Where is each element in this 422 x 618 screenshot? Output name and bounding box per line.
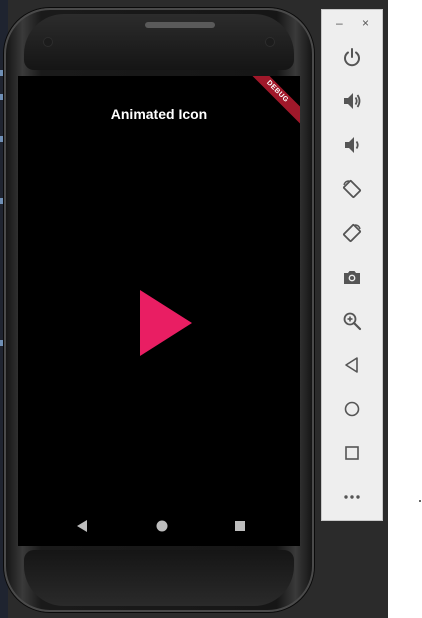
toolbar-window-controls: – × (322, 14, 384, 32)
rotate-left-button[interactable] (337, 174, 367, 204)
front-sensor (44, 38, 52, 46)
zoom-button[interactable] (337, 306, 367, 336)
back-icon (345, 357, 358, 373)
front-camera (266, 38, 274, 46)
zoom-icon (343, 312, 362, 331)
stray-dot (419, 500, 421, 502)
toolbar-back-button[interactable] (337, 350, 367, 380)
nav-back-icon[interactable] (74, 518, 90, 534)
minimize-button[interactable]: – (336, 14, 343, 32)
device-screen[interactable]: Animated Icon DEBUG (18, 76, 300, 546)
rotate-left-icon (343, 180, 361, 198)
home-icon (344, 401, 360, 417)
power-icon (344, 48, 360, 67)
nav-home-icon[interactable] (154, 518, 170, 534)
volume-down-icon (345, 137, 359, 153)
volume-up-icon (344, 93, 361, 109)
app-title: Animated Icon (110, 106, 208, 122)
toolbar-overview-button[interactable] (337, 438, 367, 468)
screenshot-button[interactable] (337, 262, 367, 292)
more-button[interactable] (337, 482, 367, 512)
android-nav-bar (18, 506, 300, 546)
volume-up-button[interactable] (337, 86, 367, 116)
phone-top-bezel (24, 14, 294, 70)
play-triangle (140, 290, 192, 356)
nav-overview-icon[interactable] (232, 518, 248, 534)
toolbar-home-button[interactable] (337, 394, 367, 424)
play-animated-icon[interactable] (140, 290, 192, 356)
rotate-right-button[interactable] (337, 218, 367, 248)
more-icon (344, 495, 360, 499)
overview-icon (345, 446, 359, 460)
camera-icon (344, 271, 360, 284)
phone-bottom-bezel (24, 550, 294, 606)
close-button[interactable]: × (362, 14, 369, 32)
emulator-toolbar: – × (321, 9, 383, 521)
phone-frame: Animated Icon DEBUG (4, 8, 314, 612)
power-button[interactable] (337, 42, 367, 72)
rotate-right-icon (343, 224, 361, 242)
earpiece-speaker (145, 22, 215, 28)
volume-down-button[interactable] (337, 130, 367, 160)
